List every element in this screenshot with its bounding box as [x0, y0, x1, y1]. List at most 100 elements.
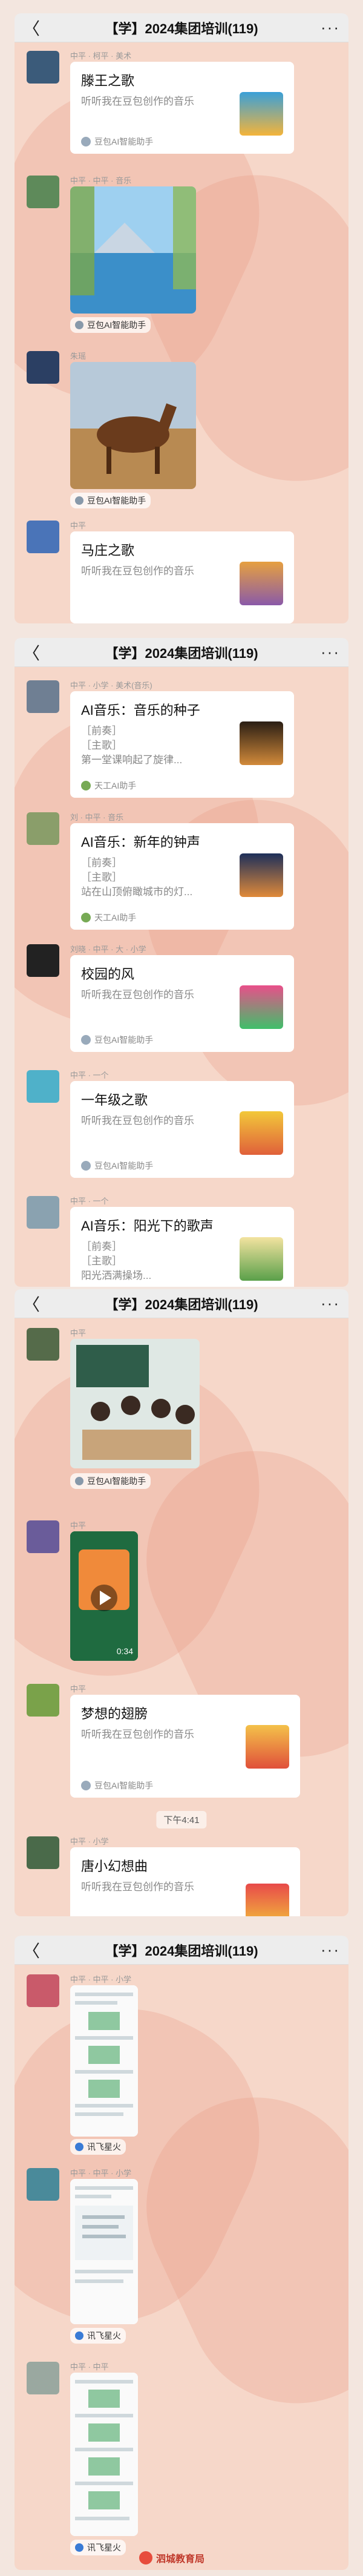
card-title: 唐小幻想曲	[81, 1859, 148, 1874]
music-card[interactable]: 一年级之歌 听听我在豆包创作的音乐 豆包AI智能助手	[70, 1081, 294, 1178]
music-card[interactable]: 马庄之歌 听听我在豆包创作的音乐	[70, 531, 294, 623]
watermark: 泗城教育局	[139, 2551, 204, 2565]
album-thumbnail	[246, 1725, 289, 1769]
sender-name: 中平	[70, 1684, 87, 1694]
image-caption: 讯飞星火	[70, 2328, 126, 2344]
music-card[interactable]: 梦想的翅膀 听听我在豆包创作的音乐 豆包AI智能助手	[70, 1695, 300, 1798]
back-icon[interactable]: 〈	[23, 16, 47, 40]
message: 中平 · 小学 唐小幻想曲 听听我在豆包创作的音乐	[27, 1836, 336, 1916]
message: 中平 · 一个 一年级之歌 听听我在豆包创作的音乐 豆包AI智能助手	[27, 1070, 336, 1178]
music-card[interactable]: 唐小幻想曲 听听我在豆包创作的音乐	[70, 1847, 300, 1916]
chat-screenshot-4: 〈 【学】2024集团培训(119) ··· 中平 · 中平 · 小学 讯飞星火…	[15, 1936, 348, 2570]
more-icon[interactable]: ···	[316, 643, 340, 662]
card-title: 校园的风	[81, 967, 135, 982]
message: 中平 马庄之歌 听听我在豆包创作的音乐	[27, 521, 336, 623]
card-source: 豆包AI智能助手	[81, 136, 153, 148]
avatar[interactable]	[27, 521, 59, 553]
sender-name: 刘晓 · 中平 · 大 · 小学	[70, 945, 146, 954]
avatar[interactable]	[27, 680, 59, 713]
message: 刘晓 · 中平 · 大 · 小学 校园的风 听听我在豆包创作的音乐 豆包AI智能…	[27, 944, 336, 1052]
image-message[interactable]	[70, 2179, 138, 2324]
message: 中平 梦想的翅膀 听听我在豆包创作的音乐 豆包AI智能助手	[27, 1684, 336, 1799]
album-thumbnail	[246, 1884, 289, 1916]
back-icon[interactable]: 〈	[23, 1938, 47, 1962]
album-thumbnail	[240, 1111, 283, 1155]
avatar[interactable]	[27, 1328, 59, 1361]
ai-music-card[interactable]: AI音乐：阳光下的歌声 ［前奏］ ［主歌］ 阳光洒满操场...	[70, 1207, 294, 1287]
avatar[interactable]	[27, 1520, 59, 1553]
watermark-logo-icon	[139, 2551, 152, 2564]
ai-music-card[interactable]: AI音乐：音乐的种子 ［前奏］ ［主歌］ 第一堂课响起了旋律... 天工AI助手	[70, 691, 294, 798]
card-title: 梦想的翅膀	[81, 1706, 148, 1721]
avatar[interactable]	[27, 2362, 59, 2394]
avatar[interactable]	[27, 51, 59, 84]
image-message[interactable]	[70, 2373, 138, 2536]
avatar[interactable]	[27, 351, 59, 384]
music-card[interactable]: 校园的风 听听我在豆包创作的音乐 豆包AI智能助手	[70, 955, 294, 1052]
avatar[interactable]	[27, 1070, 59, 1103]
image-message[interactable]	[70, 362, 196, 489]
message: 刘 · 中平 · 音乐 AI音乐：新年的钟声 ［前奏］ ［主歌］ 站在山顶俯瞰城…	[27, 812, 336, 930]
tiangong-icon	[81, 913, 91, 922]
doubao-icon	[81, 1781, 91, 1790]
sender-name: 中平 · 一个	[70, 1197, 109, 1206]
doubao-icon	[81, 1035, 91, 1045]
sender-name: 中平 · 中平	[70, 2362, 109, 2371]
lake-willow-image	[70, 186, 196, 314]
sender-name: 中平 · 一个	[70, 1071, 109, 1080]
avatar[interactable]	[27, 1974, 59, 2007]
xunfei-icon	[75, 2543, 83, 2552]
album-thumbnail	[240, 985, 283, 1029]
avatar[interactable]	[27, 1196, 59, 1229]
image-message[interactable]	[70, 1985, 138, 2137]
ai-music-card[interactable]: AI音乐：新年的钟声 ［前奏］ ［主歌］ 站在山顶俯瞰城市的灯... 天工AI助…	[70, 823, 294, 930]
caption-text: 讯飞星火	[87, 2543, 121, 2552]
horse-image	[70, 362, 196, 489]
message: 中平 · 一个 AI音乐：阳光下的歌声 ［前奏］ ［主歌］ 阳光洒满操场...	[27, 1196, 336, 1287]
caption-text: 豆包AI智能助手	[87, 496, 146, 505]
message: 中平 · 中平 · 小学 讯飞星火	[27, 2168, 336, 2350]
more-icon[interactable]: ···	[316, 1940, 340, 1959]
image-caption: 豆包AI智能助手	[70, 1473, 151, 1489]
video-thumbnail	[70, 1531, 138, 1661]
video-duration: 0:34	[116, 1646, 133, 1656]
sender-name: 中平	[70, 1329, 87, 1338]
sender-name: 中平 · 柯平 · 美术	[70, 51, 132, 61]
avatar[interactable]	[27, 2168, 59, 2201]
back-icon[interactable]: 〈	[23, 1292, 47, 1316]
card-source: 豆包AI智能助手	[81, 1160, 153, 1172]
image-message[interactable]	[70, 186, 196, 314]
video-message[interactable]: 0:34	[70, 1531, 138, 1661]
avatar[interactable]	[27, 812, 59, 845]
card-title: 马庄之歌	[81, 543, 135, 558]
message: 中平 豆包AI智能助手	[27, 1328, 336, 1510]
avatar[interactable]	[27, 176, 59, 208]
card-source: 天工AI助手	[81, 780, 136, 792]
sender-name: 中平 · 小学	[70, 1837, 109, 1846]
avatar[interactable]	[27, 944, 59, 977]
card-title: AI音乐：音乐的种子	[81, 703, 200, 718]
image-message[interactable]	[70, 1339, 200, 1468]
sender-name: 中平	[70, 521, 87, 530]
avatar[interactable]	[27, 1836, 59, 1869]
message: 中平 0:34	[27, 1520, 336, 1672]
more-icon[interactable]: ···	[316, 18, 340, 37]
message: 中平 · 中平 · 小学 讯飞星火	[27, 1974, 336, 2156]
timestamp: 下午4:41	[156, 1811, 207, 1828]
chat-title: 【学】2024集团培训(119)	[105, 645, 258, 661]
card-title: AI音乐：阳光下的歌声	[81, 1218, 214, 1234]
album-thumbnail	[240, 1237, 283, 1281]
xunfei-icon	[75, 2143, 83, 2151]
more-icon[interactable]: ···	[316, 1294, 340, 1313]
sender-name: 中平	[70, 1521, 87, 1530]
doubao-icon	[75, 496, 83, 505]
message: 中平 · 小学 · 美术(音乐) AI音乐：音乐的种子 ［前奏］ ［主歌］ 第一…	[27, 680, 336, 798]
source-label: 天工AI助手	[94, 781, 137, 790]
source-label: 天工AI助手	[94, 913, 137, 922]
music-card[interactable]: 滕王之歌 听听我在豆包创作的音乐 豆包AI智能助手	[70, 62, 294, 154]
back-icon[interactable]: 〈	[23, 640, 47, 665]
source-label: 豆包AI智能助手	[94, 1781, 154, 1790]
image-caption: 讯飞星火	[70, 2139, 126, 2155]
avatar[interactable]	[27, 1684, 59, 1717]
document-screenshot	[70, 2373, 138, 2536]
